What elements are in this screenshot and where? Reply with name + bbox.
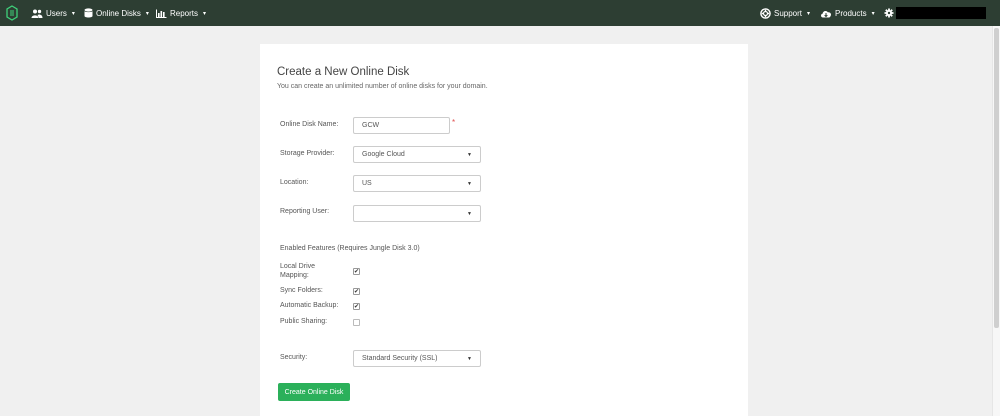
required-marker: *: [452, 118, 456, 127]
disk-name-label: Online Disk Name:: [280, 121, 339, 128]
users-icon: [31, 9, 43, 18]
location-value: US: [362, 180, 372, 187]
create-disk-card: Create a New Online Disk You can create …: [260, 44, 748, 416]
nav-support-label: Support: [774, 8, 803, 18]
check-icon: ✔: [353, 289, 360, 295]
redacted-account-name: [896, 7, 986, 19]
jungle-disk-logo-icon[interactable]: [6, 5, 18, 21]
nav-reports-menu[interactable]: Reports ▾: [156, 0, 206, 26]
create-online-disk-button[interactable]: Create Online Disk: [278, 383, 350, 401]
top-navbar: Users ▾ Online Disks ▾ Reports ▾ Support…: [0, 0, 1000, 26]
nav-online-disks-menu[interactable]: Online Disks ▾: [84, 0, 149, 26]
storage-provider-select[interactable]: Google Cloud ▼: [353, 146, 481, 163]
scrollbar-thumb[interactable]: [994, 28, 999, 328]
gear-icon: [884, 8, 894, 18]
cloud-download-icon: [821, 10, 832, 17]
dropdown-arrow-icon: ▼: [467, 151, 472, 158]
security-value: Standard Security (SSL): [362, 355, 438, 362]
public-sharing-checkbox[interactable]: [353, 319, 360, 326]
security-label: Security:: [280, 354, 308, 361]
storage-provider-value: Google Cloud: [362, 151, 405, 158]
sync-folders-checkbox[interactable]: ✔: [353, 288, 360, 295]
storage-provider-label: Storage Provider:: [280, 150, 335, 157]
page-scrollbar[interactable]: [992, 26, 1000, 416]
dropdown-arrow-icon: ▼: [467, 180, 472, 187]
nav-products-menu[interactable]: Products ▾: [820, 0, 875, 26]
location-select[interactable]: US ▼: [353, 175, 481, 192]
dropdown-arrow-icon: ▼: [467, 355, 472, 362]
chevron-down-icon: ▾: [807, 10, 811, 17]
location-label: Location:: [280, 179, 309, 186]
page-subtitle: You can create an unlimited number of on…: [277, 83, 488, 90]
nav-online-disks-label: Online Disks: [96, 8, 141, 18]
page-title: Create a New Online Disk: [277, 66, 410, 78]
nav-users-menu[interactable]: Users ▾: [31, 0, 75, 26]
enabled-features-heading: Enabled Features (Requires Jungle Disk 3…: [280, 245, 420, 252]
life-ring-icon: [760, 7, 771, 19]
nav-support-menu[interactable]: Support ▾: [760, 0, 810, 26]
check-icon: ✔: [353, 304, 360, 310]
bar-chart-icon: [156, 9, 167, 18]
public-sharing-label: Public Sharing:: [280, 318, 328, 325]
chevron-down-icon: ▾: [203, 10, 207, 17]
automatic-backup-checkbox[interactable]: ✔: [353, 303, 360, 310]
sync-folders-label: Sync Folders:: [280, 287, 323, 294]
reporting-user-select[interactable]: ▼: [353, 205, 481, 222]
chevron-down-icon: ▾: [871, 10, 875, 17]
local-drive-mapping-label: Local Drive Mapping:: [280, 263, 316, 279]
disk-name-input[interactable]: [353, 117, 450, 134]
chevron-down-icon: ▾: [71, 10, 75, 17]
dropdown-arrow-icon: ▼: [467, 210, 472, 217]
nav-settings[interactable]: [884, 0, 894, 26]
security-select[interactable]: Standard Security (SSL) ▼: [353, 350, 481, 367]
chevron-down-icon: ▾: [145, 10, 149, 17]
reporting-user-label: Reporting User:: [280, 208, 330, 215]
nav-users-label: Users: [46, 8, 67, 18]
automatic-backup-label: Automatic Backup:: [280, 302, 339, 309]
database-icon: [84, 8, 93, 18]
check-icon: ✔: [353, 269, 360, 275]
nav-reports-label: Reports: [170, 8, 199, 18]
local-drive-mapping-checkbox[interactable]: ✔: [353, 268, 360, 275]
nav-products-label: Products: [835, 8, 867, 18]
